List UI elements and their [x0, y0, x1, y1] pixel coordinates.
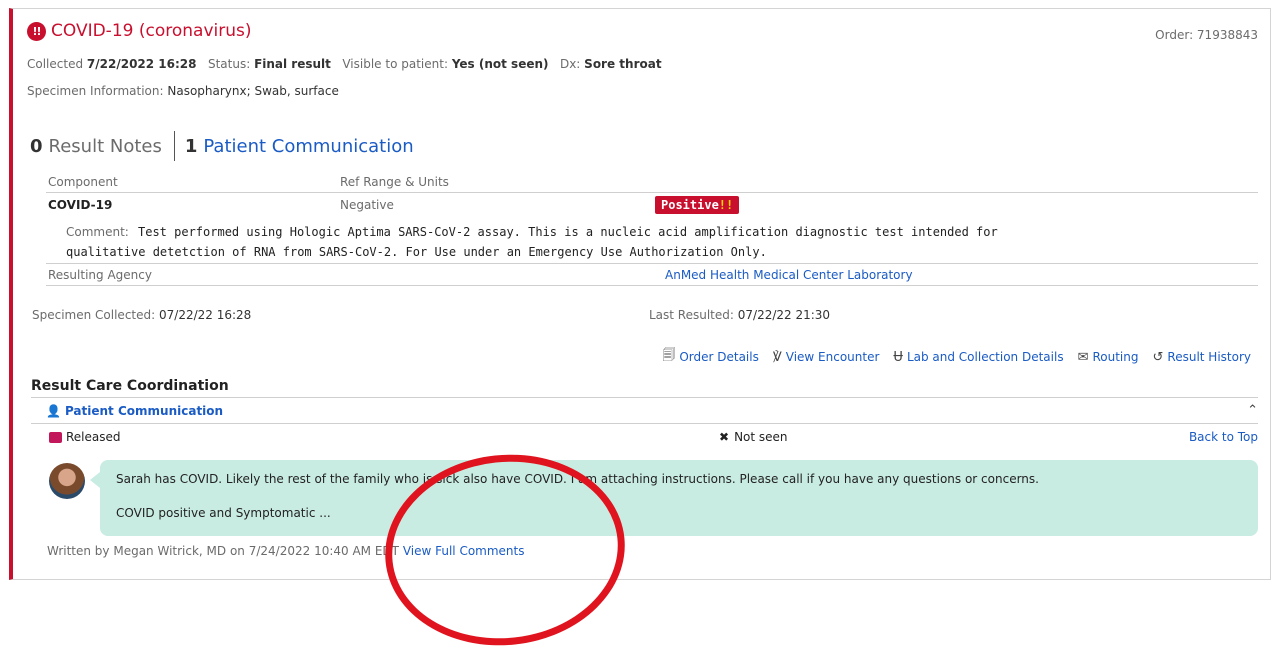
specimen-collected: Specimen Collected: 07/22/22 16:28 — [32, 308, 252, 322]
seen-status: ✖ Not seen — [719, 430, 788, 444]
patient-communication-link[interactable]: Patient Communication — [203, 136, 413, 157]
resulting-agency-link[interactable]: AnMed Health Medical Center Laboratory — [665, 268, 913, 282]
critical-flag: !! — [718, 198, 734, 212]
message-bubble: Sarah has COVID. Likely the rest of the … — [90, 460, 1258, 536]
notes-divider — [173, 131, 175, 161]
specimen-info: Specimen Information: Nasopharynx; Swab,… — [27, 84, 339, 98]
history-icon: ↺ — [1152, 349, 1164, 365]
view-encounter-link[interactable]: ℣ View Encounter — [773, 350, 880, 365]
view-full-comments-link[interactable]: View Full Comments — [403, 544, 525, 558]
table-header-rule — [46, 192, 1258, 193]
double-chevron-up-icon[interactable]: ⌃ — [1247, 403, 1258, 418]
ref-range-value: Negative — [340, 198, 394, 212]
comment-line-2: qualitative detetction of RNA from SARS-… — [66, 245, 767, 259]
visible-value: Yes (not seen) — [451, 57, 549, 71]
result-value-badge: Positive!! — [655, 196, 740, 214]
result-meta: Collected 7/22/2022 16:28 Status: Final … — [27, 57, 662, 71]
patient-communication-section[interactable]: 👤 Patient Communication — [46, 404, 223, 418]
released-status: Released — [49, 430, 121, 444]
x-icon: ✖ — [719, 430, 730, 444]
notes-bar: 0 Result Notes 1 Patient Communication — [30, 131, 414, 161]
avatar — [49, 463, 85, 499]
comment-line-1: Test performed using Hologic Aptima SARS… — [138, 225, 998, 239]
agency-rule — [46, 285, 1258, 286]
section-rule — [31, 423, 1258, 424]
last-resulted-value: 07/22/22 21:30 — [737, 308, 831, 322]
alert-icon: !! — [27, 21, 46, 41]
stethoscope-icon: ℣ — [772, 349, 782, 365]
resulting-agency-label: Resulting Agency — [48, 268, 152, 282]
col-ref-range-header: Ref Range & Units — [340, 175, 449, 189]
patient-comm-count: 1 — [184, 135, 198, 157]
released-icon — [49, 431, 62, 443]
result-notes-tab[interactable]: Result Notes — [49, 136, 162, 157]
coordination-rule — [31, 397, 1258, 398]
col-component-header: Component — [48, 175, 118, 189]
result-title-text: COVID-19 (coronavirus) — [51, 21, 252, 41]
message-line-1: Sarah has COVID. Likely the rest of the … — [116, 472, 1039, 486]
envelope-arrow-icon: ✉ — [1077, 349, 1089, 365]
comment-rule — [46, 263, 1258, 264]
result-history-link[interactable]: ↺ Result History — [1153, 350, 1252, 365]
result-toolbar: 🗐 Order Details ℣ View Encounter Ʉ Lab and … — [662, 346, 1251, 368]
written-by: Written by Megan Witrick, MD on 7/24/202… — [47, 544, 525, 558]
order-details-link[interactable]: 🗐 Order Details — [662, 346, 759, 368]
status-value: Final result — [254, 57, 331, 71]
routing-link[interactable]: ✉ Routing — [1078, 350, 1139, 365]
result-notes-count: 0 — [30, 135, 43, 157]
dx-value: Sore throat — [584, 57, 662, 71]
order-number: Order: 71938843 — [1155, 28, 1258, 42]
test-tube-icon: Ʉ — [893, 349, 903, 365]
component-name: COVID-19 — [48, 198, 113, 212]
lab-collection-link[interactable]: Ʉ Lab and Collection Details — [893, 350, 1063, 365]
last-resulted: Last Resulted: 07/22/22 21:30 — [649, 308, 831, 322]
document-icon: 🗐 — [662, 348, 676, 363]
specimen-collected-value: 07/22/22 16:28 — [159, 308, 252, 322]
message-line-2: COVID positive and Symptomatic ... — [116, 506, 331, 520]
care-coordination-heading: Result Care Coordination — [31, 378, 229, 394]
specimen-value: Nasopharynx; Swab, surface — [167, 84, 339, 98]
back-to-top-link[interactable]: Back to Top — [1189, 430, 1258, 444]
person-speech-icon: 👤 — [46, 404, 61, 418]
collected-date: 7/22/2022 16:28 — [86, 57, 197, 71]
result-title: !! COVID-19 (coronavirus) — [27, 21, 251, 41]
comment-label: Comment: — [66, 225, 129, 239]
